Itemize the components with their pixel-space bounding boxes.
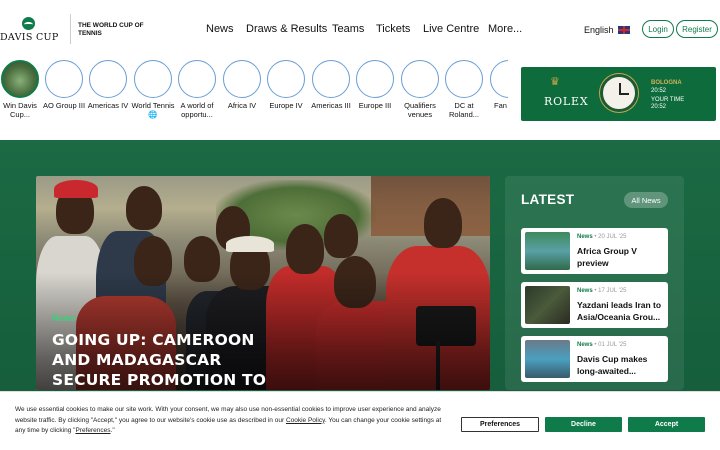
ad-city-time: 20:52 — [651, 88, 667, 94]
card-tag: News — [577, 234, 593, 240]
story-label: A world of opportu... — [180, 101, 214, 119]
story-item[interactable]: A world of opportu... — [175, 60, 219, 119]
story-label: World Tennis 🌐 — [131, 101, 175, 119]
cookie-policy-link[interactable]: Cookie Policy — [286, 417, 325, 424]
decline-button[interactable]: Decline — [545, 417, 622, 432]
tagline: THE WORLD CUP OF TENNIS — [78, 22, 144, 37]
story-item[interactable]: Europe III — [353, 60, 397, 110]
news-card[interactable]: News • 17 JUL '25 Yazdani leads Iran to … — [521, 282, 668, 328]
latest-title: LATEST — [521, 192, 575, 207]
card-date: • 01 JUL '25 — [594, 342, 627, 348]
language-selector[interactable]: English — [584, 25, 630, 35]
news-card[interactable]: News • 20 JUL '25 Africa Group V preview — [521, 228, 668, 274]
rolex-ad[interactable]: ROLEX BOLOGNA 20:52 YOUR TIME 20:52 — [521, 67, 716, 121]
story-thumbnail — [445, 60, 483, 98]
crown-icon — [550, 75, 561, 88]
language-label: English — [584, 25, 614, 35]
logo-text: DAVIS CUP — [0, 32, 59, 43]
tennis-ball-icon — [22, 17, 35, 30]
story-thumbnail — [490, 60, 508, 98]
story-label: Fan Fo... — [493, 101, 508, 110]
story-label: Africa IV — [227, 101, 257, 110]
ad-brand: ROLEX — [544, 95, 589, 108]
story-label: Europe III — [358, 101, 392, 110]
card-meta: News • 20 JUL '25 — [577, 234, 626, 240]
clock-icon — [600, 74, 638, 112]
story-item[interactable]: Africa IV — [220, 60, 264, 110]
card-tag: News — [577, 342, 593, 348]
cookie-text: We use essential cookies to make our sit… — [15, 405, 445, 437]
accept-button[interactable]: Accept — [628, 417, 705, 432]
story-item[interactable]: Europe IV — [264, 60, 308, 110]
story-label: DC at Roland... — [448, 101, 480, 119]
story-item[interactable]: AO Group III — [42, 60, 86, 110]
story-item[interactable]: DC at Roland... — [442, 60, 486, 119]
story-label: Win Davis Cup... — [3, 101, 37, 119]
card-thumbnail — [525, 340, 570, 378]
story-label: Qualifiers venues — [404, 101, 436, 119]
uk-flag-icon — [617, 26, 630, 34]
story-strip: Win Davis Cup... AO Group III Americas I… — [0, 58, 508, 140]
story-item[interactable]: Fan Fo... — [487, 60, 508, 110]
preferences-link[interactable]: Preferences — [75, 427, 110, 434]
davis-cup-logo[interactable]: DAVIS CUP — [0, 14, 62, 46]
nav-more[interactable]: More... — [488, 23, 522, 35]
story-label: AO Group III — [42, 101, 86, 110]
card-title: Africa Group V preview — [577, 246, 637, 268]
nav-teams[interactable]: Teams — [332, 23, 364, 35]
all-news-button[interactable]: All News — [624, 192, 668, 208]
hero-tag[interactable]: News — [52, 313, 76, 323]
logo-divider — [70, 14, 71, 44]
story-label: Europe IV — [269, 101, 303, 110]
story-thumbnail — [356, 60, 394, 98]
card-thumbnail — [525, 232, 570, 270]
card-date: • 17 JUL '25 — [594, 288, 627, 294]
preferences-button[interactable]: Preferences — [461, 417, 539, 432]
story-item[interactable]: World Tennis 🌐 — [131, 60, 175, 119]
story-thumbnail — [223, 60, 261, 98]
story-item[interactable]: Win Davis Cup... — [0, 60, 42, 119]
story-item[interactable]: Qualifiers venues — [398, 60, 442, 119]
story-item[interactable]: Americas III — [309, 60, 353, 110]
story-thumbnail — [312, 60, 350, 98]
nav-draws-results[interactable]: Draws & Results — [246, 23, 327, 35]
story-thumbnail — [178, 60, 216, 98]
card-title: Davis Cup makes long-awaited... — [577, 354, 648, 376]
story-thumbnail — [1, 60, 39, 98]
latest-panel: LATEST All News News • 20 JUL '25 Africa… — [505, 176, 684, 390]
login-button[interactable]: Login — [642, 20, 674, 38]
cookie-banner: We use essential cookies to make our sit… — [0, 391, 720, 450]
news-card[interactable]: News • 01 JUL '25 Davis Cup makes long-a… — [521, 336, 668, 382]
nav-news[interactable]: News — [206, 23, 234, 35]
story-item[interactable]: Americas IV — [86, 60, 130, 110]
site-header: DAVIS CUP THE WORLD CUP OF TENNIS News D… — [0, 0, 720, 58]
card-thumbnail — [525, 286, 570, 324]
ad-city: BOLOGNA — [651, 80, 682, 86]
story-label: Americas III — [311, 101, 351, 110]
story-label: Americas IV — [87, 101, 129, 110]
story-thumbnail — [89, 60, 127, 98]
ad-your-time-label: YOUR TIME — [651, 97, 685, 103]
card-date: • 20 JUL '25 — [594, 234, 627, 240]
card-meta: News • 01 JUL '25 — [577, 342, 626, 348]
nav-tickets[interactable]: Tickets — [376, 23, 410, 35]
cookie-text-3: ." — [110, 427, 115, 434]
register-button[interactable]: Register — [676, 20, 718, 38]
card-meta: News • 17 JUL '25 — [577, 288, 626, 294]
story-thumbnail — [45, 60, 83, 98]
story-thumbnail — [134, 60, 172, 98]
story-thumbnail — [401, 60, 439, 98]
card-tag: News — [577, 288, 593, 294]
nav-live-centre[interactable]: Live Centre — [423, 23, 479, 35]
card-title: Yazdani leads Iran to Asia/Oceania Grou.… — [577, 300, 662, 322]
ad-your-time: 20:52 — [651, 104, 667, 110]
story-thumbnail — [267, 60, 305, 98]
